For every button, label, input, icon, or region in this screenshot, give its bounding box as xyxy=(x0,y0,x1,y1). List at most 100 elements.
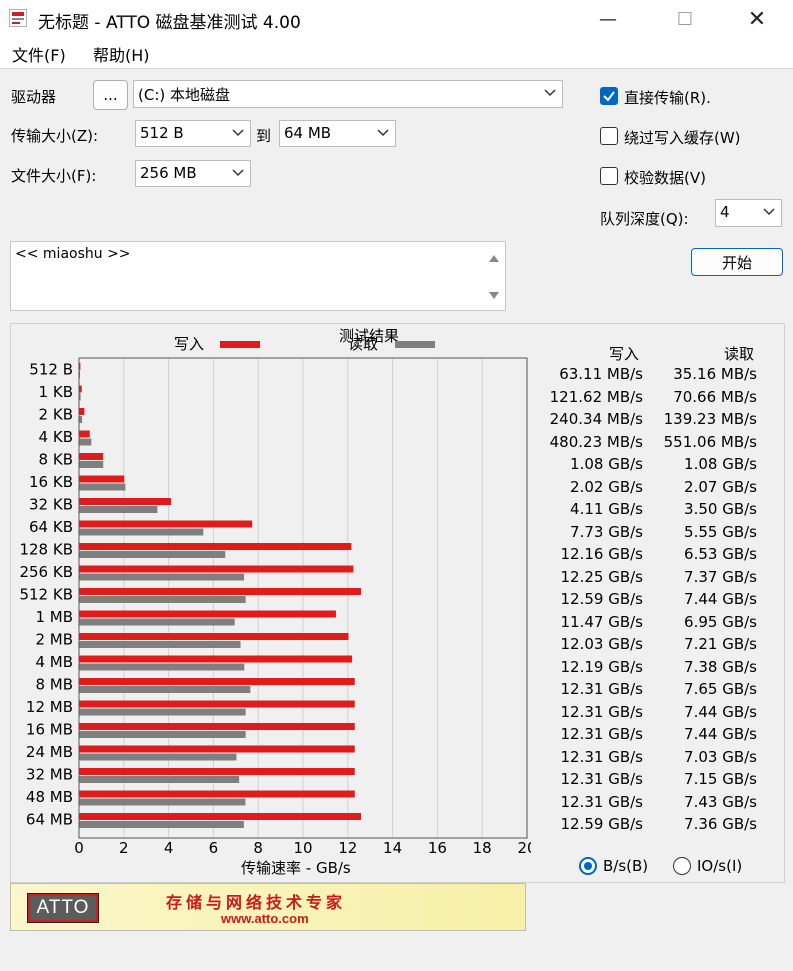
io-per-second-radio[interactable] xyxy=(673,857,691,875)
read-result-value: 139.23 MB/s xyxy=(663,410,757,428)
x-tick-label: 4 xyxy=(164,839,174,857)
read-bar xyxy=(79,731,246,738)
read-bar xyxy=(79,641,241,648)
read-result-value: 7.38 GB/s xyxy=(684,657,757,676)
queue-depth-label: 队列深度(Q): xyxy=(600,210,689,228)
write-result-value: 480.23 MB/s xyxy=(549,432,643,451)
file-size-label: 文件大小(F): xyxy=(11,167,97,185)
write-result-value: 63.11 MB/s xyxy=(559,365,643,383)
drive-select[interactable]: (C:) 本地磁盘 xyxy=(133,80,563,108)
write-result-value: 12.59 GB/s xyxy=(560,815,644,833)
to-label: 到 xyxy=(256,127,272,145)
y-category-label: 512 KB xyxy=(19,586,73,604)
description-textbox[interactable]: << miaoshu >> xyxy=(10,241,506,311)
menu-help[interactable]: 帮助(H) xyxy=(93,42,150,66)
y-category-label: 4 MB xyxy=(35,653,73,671)
write-result-value: 12.31 GB/s xyxy=(560,747,644,766)
y-category-label: 4 KB xyxy=(39,428,73,446)
write-result-value: 12.16 GB/s xyxy=(560,545,644,563)
read-result-value: 1.08 GB/s xyxy=(684,455,757,473)
browse-button[interactable]: ... xyxy=(93,80,128,110)
write-result-value: 12.03 GB/s xyxy=(560,635,644,653)
direct-io-label: 直接传输(R). xyxy=(624,89,711,107)
read-result-value: 7.21 GB/s xyxy=(684,635,757,653)
read-bar xyxy=(79,686,251,693)
y-category-label: 64 KB xyxy=(29,518,73,536)
write-result-value: 2.02 GB/s xyxy=(570,477,643,496)
verify-data-label: 校验数据(V) xyxy=(624,169,706,187)
read-bar xyxy=(79,663,245,671)
minimize-button[interactable]: — xyxy=(585,0,631,38)
banner-url: www.atto.com xyxy=(221,911,309,926)
direct-io-checkbox[interactable] xyxy=(600,87,618,105)
verify-data-checkbox[interactable] xyxy=(600,167,618,185)
write-bar xyxy=(79,475,125,483)
y-category-label: 2 KB xyxy=(39,406,73,424)
queue-depth-select[interactable]: 4 xyxy=(715,199,782,227)
transfer-size-from-value: 512 B xyxy=(140,124,184,142)
legend-read-swatch xyxy=(395,341,435,348)
write-result-value: 240.34 MB/s xyxy=(549,410,643,428)
write-bar xyxy=(79,633,349,640)
y-category-label: 32 MB xyxy=(26,766,73,784)
transfer-size-to-value: 64 MB xyxy=(284,124,332,142)
transfer-size-from-select[interactable]: 512 B xyxy=(135,120,251,147)
write-bar xyxy=(79,498,172,505)
window-title: 无标题 - ATTO 磁盘基准测试 4.00 xyxy=(38,13,301,33)
queue-depth-value: 4 xyxy=(720,203,730,221)
write-bar xyxy=(79,408,85,415)
read-result-value: 70.66 MB/s xyxy=(673,387,757,406)
x-tick-label: 8 xyxy=(253,839,263,857)
write-bar xyxy=(79,768,355,775)
write-column-header: 写入 xyxy=(609,345,640,363)
write-bar xyxy=(79,678,355,685)
bytes-per-second-label: B/s(B) xyxy=(603,857,649,875)
chevron-down-icon xyxy=(544,89,556,97)
write-result-value: 12.31 GB/s xyxy=(560,792,644,811)
menu-file[interactable]: 文件(F) xyxy=(12,42,66,66)
read-result-value: 551.06 MB/s xyxy=(663,432,757,451)
x-tick-label: 0 xyxy=(74,839,84,857)
bypass-write-cache-checkbox[interactable] xyxy=(600,127,618,145)
io-per-second-label: IO/s(I) xyxy=(697,857,743,875)
x-tick-label: 14 xyxy=(383,839,402,857)
maximize-button[interactable]: ☐ xyxy=(662,0,708,38)
write-result-value: 12.31 GB/s xyxy=(560,680,644,698)
y-category-label: 1 KB xyxy=(39,383,73,401)
write-result-value: 121.62 MB/s xyxy=(549,387,643,406)
start-button[interactable]: 开始 xyxy=(691,248,783,276)
transfer-size-to-select[interactable]: 64 MB xyxy=(279,120,396,147)
write-result-value: 12.31 GB/s xyxy=(560,770,644,788)
legend-write-label: 写入 xyxy=(174,335,204,353)
banner-slogan: 存储与网络技术专家 xyxy=(166,893,347,912)
y-category-label: 512 B xyxy=(29,361,73,379)
atto-logo-text: ATTO xyxy=(30,896,96,920)
chevron-down-icon xyxy=(232,169,244,177)
menu-bar: 文件(F) 帮助(H) xyxy=(0,38,793,69)
title-bar: 无标题 - ATTO 磁盘基准测试 4.00 — ☐ ✕ xyxy=(0,0,793,38)
y-category-label: 32 KB xyxy=(29,496,73,514)
write-result-value: 12.19 GB/s xyxy=(560,657,644,676)
read-result-value: 3.50 GB/s xyxy=(684,500,757,518)
description-scrollbar[interactable] xyxy=(483,242,505,310)
write-bar xyxy=(79,565,354,573)
file-size-select[interactable]: 256 MB xyxy=(135,160,251,187)
bytes-per-second-radio[interactable] xyxy=(579,857,597,875)
read-bar xyxy=(79,753,237,761)
y-category-label: 16 MB xyxy=(26,721,73,739)
read-bar xyxy=(79,618,235,626)
read-bar xyxy=(79,708,246,716)
close-button[interactable]: ✕ xyxy=(734,0,780,38)
read-bar xyxy=(79,573,245,581)
read-bar xyxy=(79,596,246,603)
atto-app-icon xyxy=(9,9,27,27)
write-bar xyxy=(79,790,355,798)
checkmark-icon xyxy=(603,91,615,102)
write-result-value: 7.73 GB/s xyxy=(570,522,643,541)
drive-select-value: (C:) 本地磁盘 xyxy=(138,86,230,104)
read-result-value: 7.43 GB/s xyxy=(684,792,757,811)
chevron-down-icon xyxy=(232,129,244,137)
atto-banner[interactable]: ATTO 存储与网络技术专家 www.atto.com xyxy=(10,883,526,931)
read-bar xyxy=(79,821,244,828)
read-column-header: 读取 xyxy=(724,345,755,363)
